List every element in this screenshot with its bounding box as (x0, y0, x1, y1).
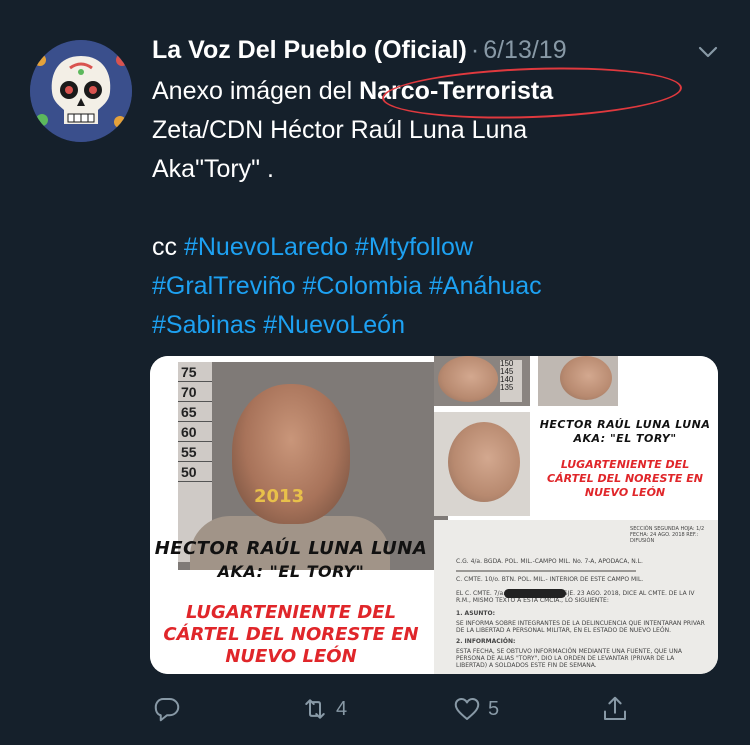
doc-section-2-text: ESTA FECHA, SE OBTUVO INFORMACIÓN MEDIAN… (456, 648, 682, 669)
cc-label: cc (152, 233, 177, 261)
hashtag[interactable]: #GralTreviño (152, 272, 296, 300)
tweet-line-3: Aka"Tory" . (152, 155, 274, 183)
display-name[interactable]: La Voz Del Pueblo (Oficial) (152, 36, 467, 64)
media-image-document[interactable]: SECCIÓN SEGUNDA HOJA: 1/2 FECHA: 24 AGO.… (434, 520, 718, 674)
aka-caption: AKA: "EL TORY" (217, 562, 365, 581)
doc-section-2: 2. INFORMACIÓN: (456, 638, 516, 645)
highlighted-term: Narco-Terrorista (359, 77, 554, 105)
height-mark: 55 (178, 442, 212, 462)
more-options-button[interactable] (696, 40, 720, 64)
doc-unit-line: C.G. 4/a. BGDA. POL. MIL.-CAMPO MIL. No.… (456, 558, 643, 565)
doc-header: SECCIÓN SEGUNDA HOJA: 1/2 FECHA: 24 AGO.… (630, 526, 705, 544)
role-caption-small-3: NUEVO LEÓN (584, 486, 666, 499)
tweet-text: Anexo imágen del Narco-Terrorista Zeta/C… (152, 72, 712, 345)
reply-button[interactable] (152, 692, 188, 726)
height-mark: 70 (178, 382, 212, 402)
hashtag[interactable]: #Sabinas (152, 311, 256, 339)
avatar[interactable] (30, 40, 132, 142)
height-mark: 60 (178, 422, 212, 442)
ruler-mark: 135 (500, 383, 514, 392)
hashtag-line-1: cc #NuevoLaredo #Mtyfollow (152, 228, 712, 267)
media-right-column: 150 145 140 135 HECTOR RAÚL LUNA LUNA AK… (434, 356, 718, 674)
hashtag[interactable]: #NuevoLaredo (184, 233, 348, 261)
hashtag-line-2: #GralTreviño #Colombia #Anáhuac (152, 267, 712, 306)
tweet-line-2: Zeta/CDN Héctor Raúl Luna Luna (152, 116, 528, 144)
retweet-icon (305, 699, 325, 719)
hashtag[interactable]: #Mtyfollow (355, 233, 473, 261)
tweet: La Voz Del Pueblo (Oficial) · 6/13/19 Anex… (0, 0, 750, 745)
hashtag-line-3: #Sabinas #NuevoLeón (152, 306, 712, 345)
doc-cmte-line: C. CMTE. 10/o. BTN. POL. MIL.- INTERIOR … (456, 576, 644, 583)
tweet-line-1: Anexo imágen del Narco-Terrorista (152, 72, 712, 111)
reply-icon (154, 698, 180, 722)
ruler: 150 145 140 135 (500, 360, 523, 402)
height-mark: 65 (178, 402, 212, 422)
doc-body-line: EL C. CMTE. 7/a. Z.M. S-1 E.M. EN MSJE. … (456, 590, 695, 604)
aka-caption-small: AKA: "EL TORY" (573, 432, 677, 445)
text-prefix: Anexo imágen del (152, 77, 360, 105)
media-image-left[interactable]: 75 70 65 60 55 50 2013 HECTOR RAÚL LUNA … (150, 356, 448, 674)
like-count: 5 (488, 697, 500, 720)
tweet-header: La Voz Del Pueblo (Oficial) · 6/13/19 (152, 36, 712, 72)
role-caption-3: NUEVO LEÓN (225, 646, 357, 667)
chevron-down-icon (698, 46, 718, 58)
sugar-skull-avatar-image (30, 40, 132, 142)
doc-section-1: 1. ASUNTO: (456, 610, 496, 617)
role-caption-small-1: LUGARTENIENTE DEL (560, 458, 690, 471)
share-icon (604, 696, 626, 720)
profile-head-2 (560, 356, 613, 400)
redaction-bar (504, 589, 567, 598)
header-separator: · (470, 36, 480, 64)
name-caption-small: HECTOR RAÚL LUNA LUNA (539, 418, 711, 431)
role-caption-small-2: CÁRTEL DEL NORESTE EN (547, 472, 703, 485)
tweet-media[interactable]: 75 70 65 60 55 50 2013 HECTOR RAÚL LUNA … (150, 356, 718, 674)
hashtag[interactable]: #NuevoLeón (263, 311, 405, 339)
retweet-count: 4 (336, 697, 348, 720)
height-mark: 75 (178, 362, 212, 382)
tweet-date[interactable]: 6/13/19 (483, 36, 566, 64)
media-image-top-right[interactable]: 150 145 140 135 HECTOR RAÚL LUNA LUNA AK… (434, 356, 718, 516)
like-button[interactable]: 5 (452, 692, 499, 726)
like-icon (454, 698, 480, 720)
doc-section-1-text: SE INFORMA SOBRE INTEGRANTES DE LA DELIN… (456, 620, 705, 634)
profile-head-3 (448, 422, 521, 502)
profile-head-1 (438, 356, 499, 402)
mugshot-year: 2013 (254, 486, 305, 507)
share-button[interactable] (600, 692, 630, 726)
height-mark: 50 (178, 462, 212, 482)
doc-rule (456, 570, 637, 572)
retweet-button[interactable]: 4 (300, 692, 347, 726)
role-caption-1: LUGARTENIENTE DEL (185, 602, 397, 623)
tweet-actions: 4 5 (0, 692, 750, 728)
hashtag[interactable]: #Anáhuac (429, 272, 542, 300)
role-caption-2: CÁRTEL DEL NORESTE EN (163, 624, 419, 645)
name-caption: HECTOR RAÚL LUNA LUNA (154, 538, 428, 559)
hashtag[interactable]: #Colombia (303, 272, 423, 300)
